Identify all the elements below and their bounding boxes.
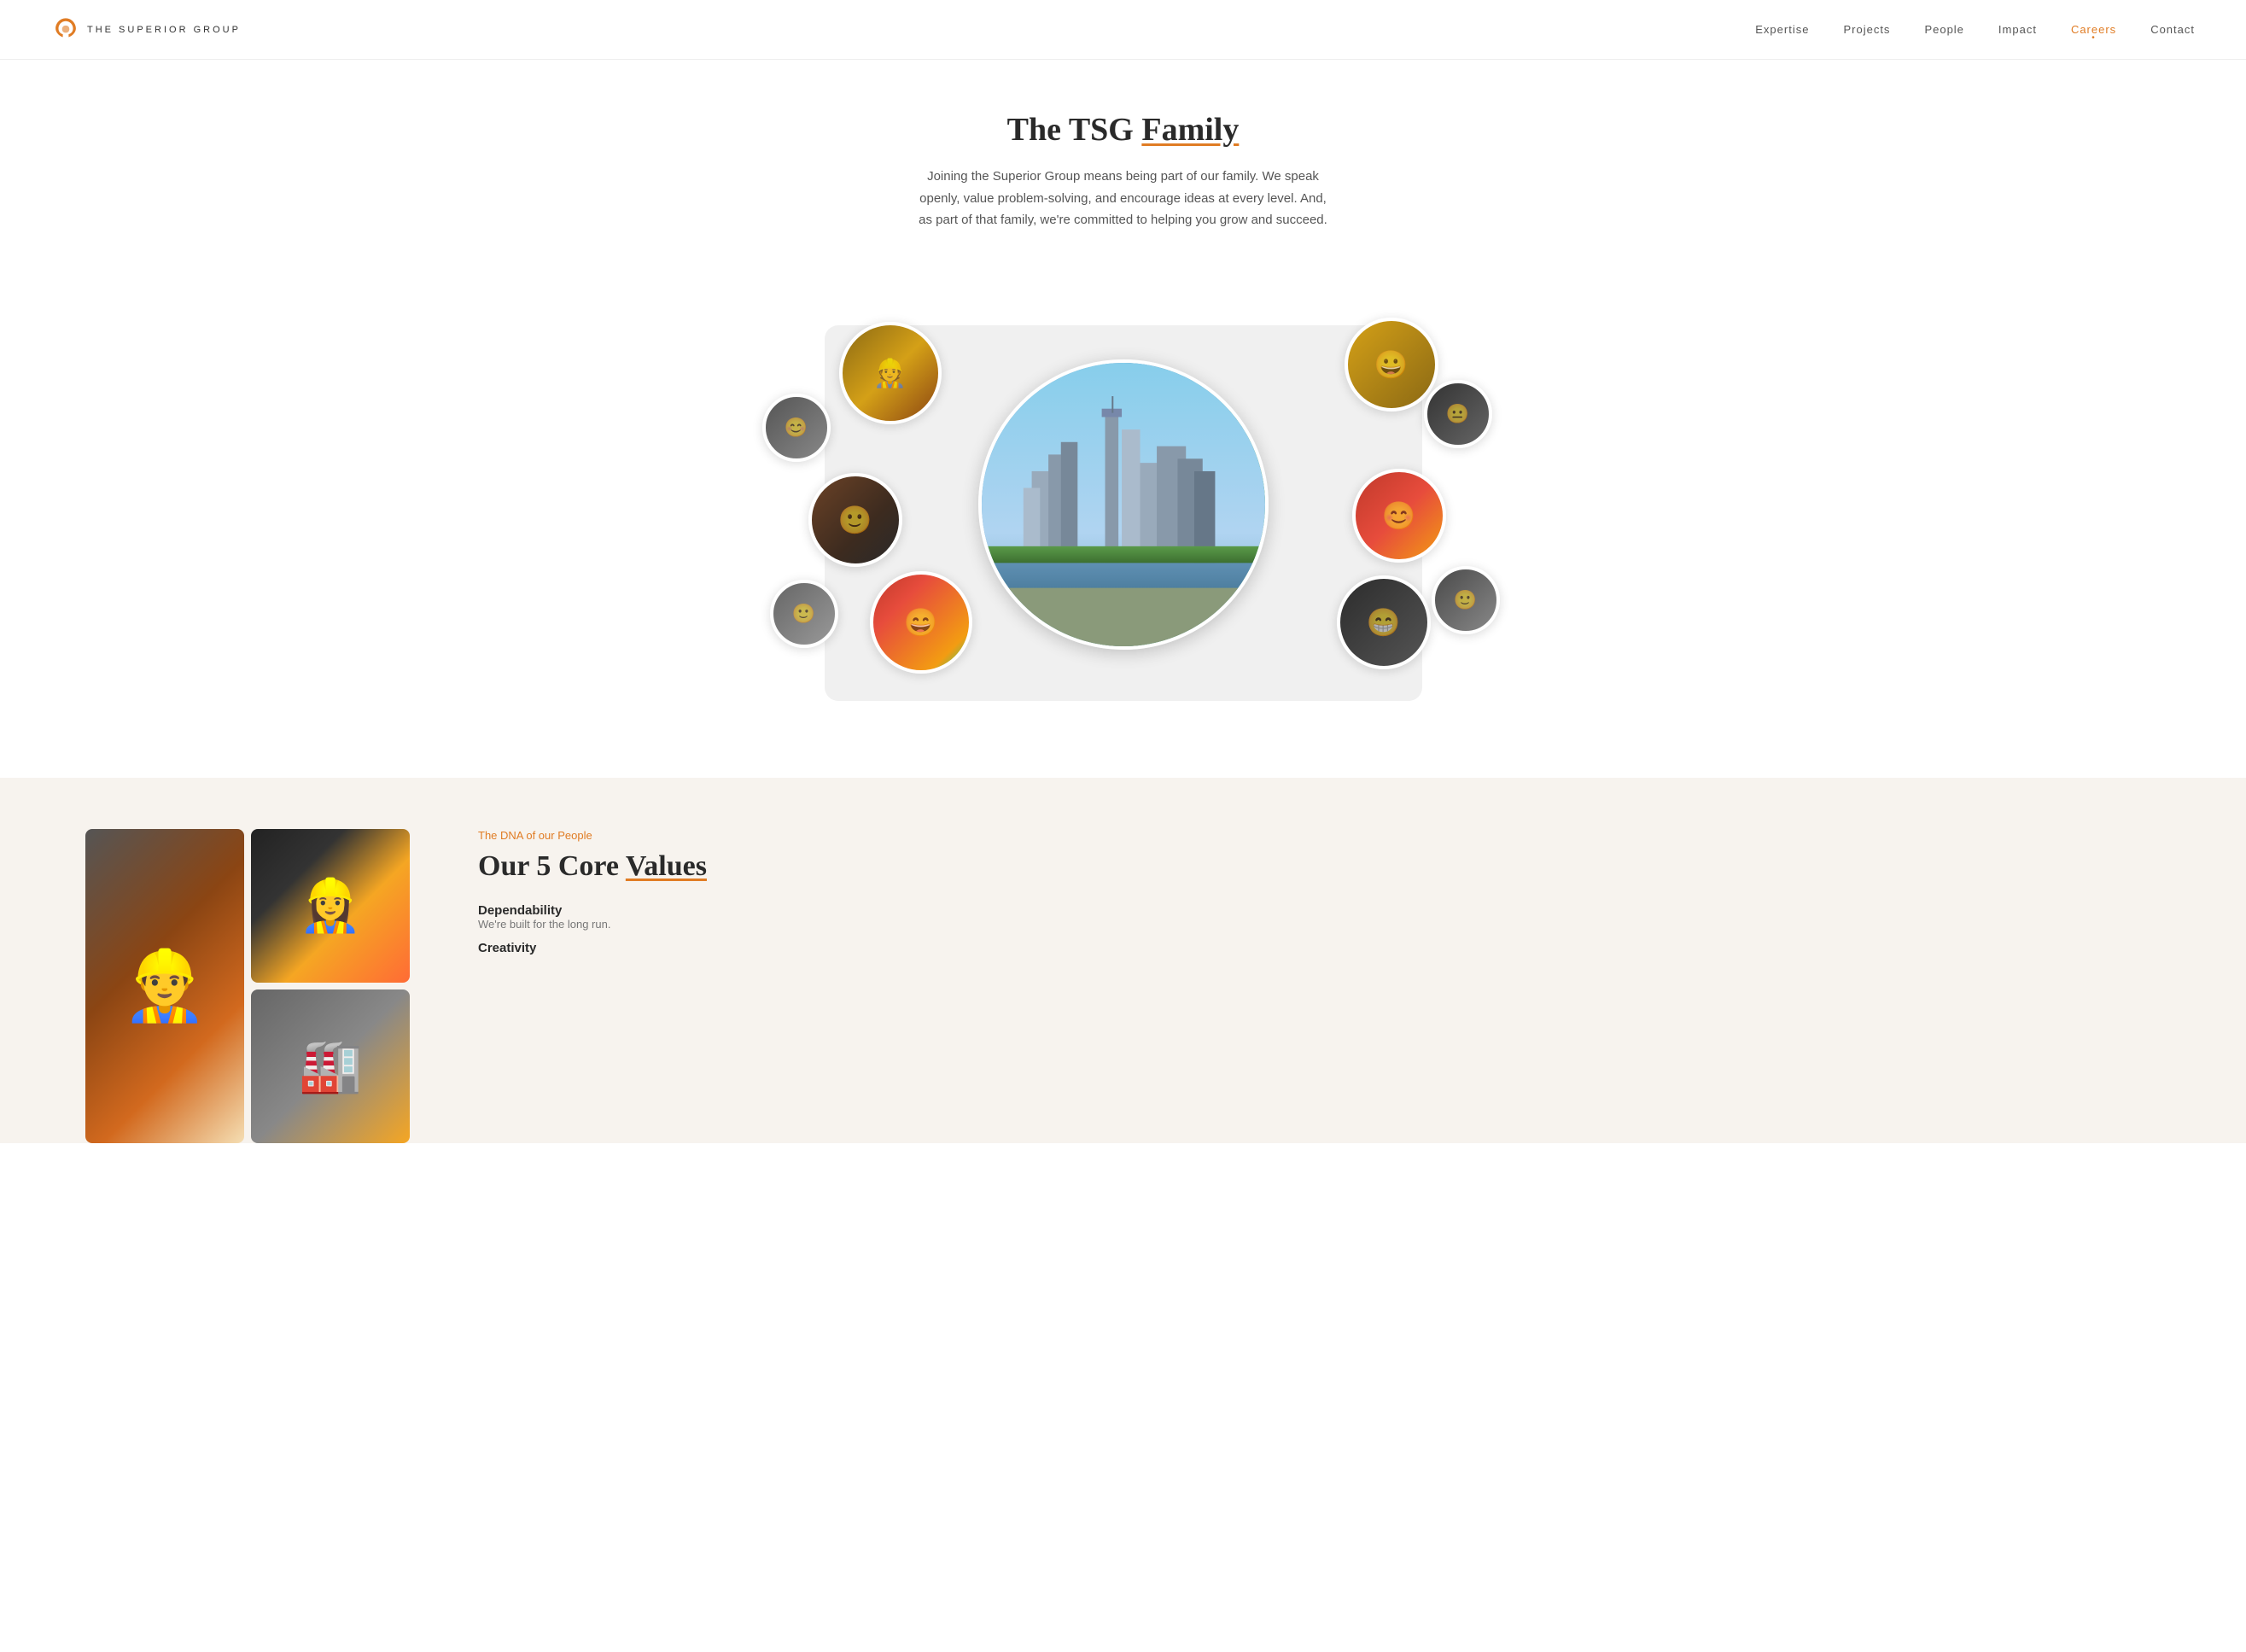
woman-photo-placeholder: 👷‍♀️ [251, 829, 410, 983]
nav-careers[interactable]: Careers [2071, 23, 2116, 36]
person-photo-5: 😄 [870, 571, 972, 674]
main-nav: Expertise Projects People Impact Careers… [1755, 23, 2195, 36]
nav-people[interactable]: People [1924, 23, 1963, 36]
values-label: The DNA of our People [478, 829, 2195, 842]
person-photo-4: 🙂 [770, 580, 838, 648]
hero-title-highlight: Family [1141, 112, 1239, 148]
city-skyline-svg [982, 363, 1265, 646]
hero-title-start: The TSG [1007, 112, 1142, 148]
bottom-photos-grid: 👷‍♂️ 👷‍♀️ 🏭 [0, 829, 410, 1143]
bottom-photo-factory: 🏭 [251, 989, 410, 1143]
value-dependability: Dependability We're built for the long r… [478, 903, 2195, 931]
bottom-section: 👷‍♂️ 👷‍♀️ 🏭 The DNA of our People Our 5 … [0, 778, 2246, 1143]
values-title-start: Our 5 Core [478, 850, 626, 882]
hero-title: The TSG Family [17, 111, 2229, 149]
person-photo-10: 🙂 [1432, 566, 1500, 634]
person-photo-8: 😊 [1352, 469, 1446, 563]
person-photo-6: 😀 [1345, 318, 1438, 412]
nav-expertise[interactable]: Expertise [1755, 23, 1809, 36]
values-section: The DNA of our People Our 5 Core Values … [410, 829, 2246, 1143]
hero-section: The TSG Family Joining the Superior Grou… [0, 60, 2246, 266]
value-creativity: Creativity [478, 941, 2195, 955]
nav-impact[interactable]: Impact [1998, 23, 2037, 36]
factory-photo-placeholder: 🏭 [251, 989, 410, 1143]
nav-projects[interactable]: Projects [1843, 23, 1890, 36]
photo-cluster: 👷 😊 🙂 🙂 😄 [739, 283, 1508, 727]
logo-icon [51, 15, 80, 44]
value-dependability-name: Dependability [478, 903, 2195, 918]
value-dependability-desc: We're built for the long run. [478, 918, 2195, 931]
values-title-highlight: Values [626, 850, 707, 882]
person-photo-9: 😁 [1337, 575, 1431, 669]
bottom-photo-worker: 👷‍♂️ [85, 829, 244, 1143]
worker-photo-placeholder: 👷‍♂️ [85, 829, 244, 1143]
person-photo-2: 😊 [762, 394, 831, 462]
logo[interactable]: The Superior Group [51, 15, 241, 44]
person-photo-1: 👷 [839, 322, 942, 424]
nav-contact[interactable]: Contact [2150, 23, 2195, 36]
person-photo-3: 🙂 [808, 473, 902, 567]
hero-description: Joining the Superior Group means being p… [919, 166, 1328, 231]
logo-text: The Superior Group [87, 25, 241, 35]
person-photo-7: 😐 [1424, 380, 1492, 448]
bottom-photo-woman: 👷‍♀️ [251, 829, 410, 983]
value-creativity-name: Creativity [478, 941, 2195, 955]
city-image [978, 359, 1269, 650]
site-header: The Superior Group Expertise Projects Pe… [0, 0, 2246, 60]
values-title: Our 5 Core Values [478, 850, 2195, 883]
